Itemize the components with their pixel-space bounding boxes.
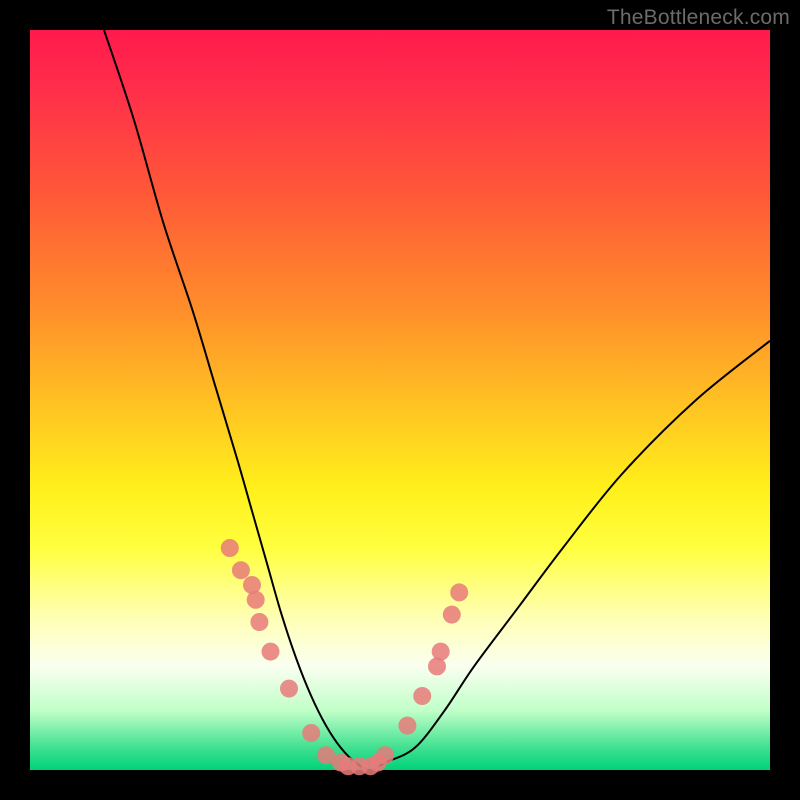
data-point	[443, 606, 461, 624]
data-point	[398, 717, 416, 735]
chart-svg	[30, 30, 770, 770]
data-point	[262, 643, 280, 661]
data-point	[450, 583, 468, 601]
data-point	[302, 724, 320, 742]
data-point	[432, 643, 450, 661]
watermark-text: TheBottleneck.com	[607, 6, 790, 30]
data-point	[413, 687, 431, 705]
highlighted-points	[221, 539, 468, 775]
data-point	[247, 591, 265, 609]
data-point	[221, 539, 239, 557]
data-point	[250, 613, 268, 631]
data-point	[376, 746, 394, 764]
data-point	[232, 561, 250, 579]
plot-area	[30, 30, 770, 770]
data-point	[280, 680, 298, 698]
